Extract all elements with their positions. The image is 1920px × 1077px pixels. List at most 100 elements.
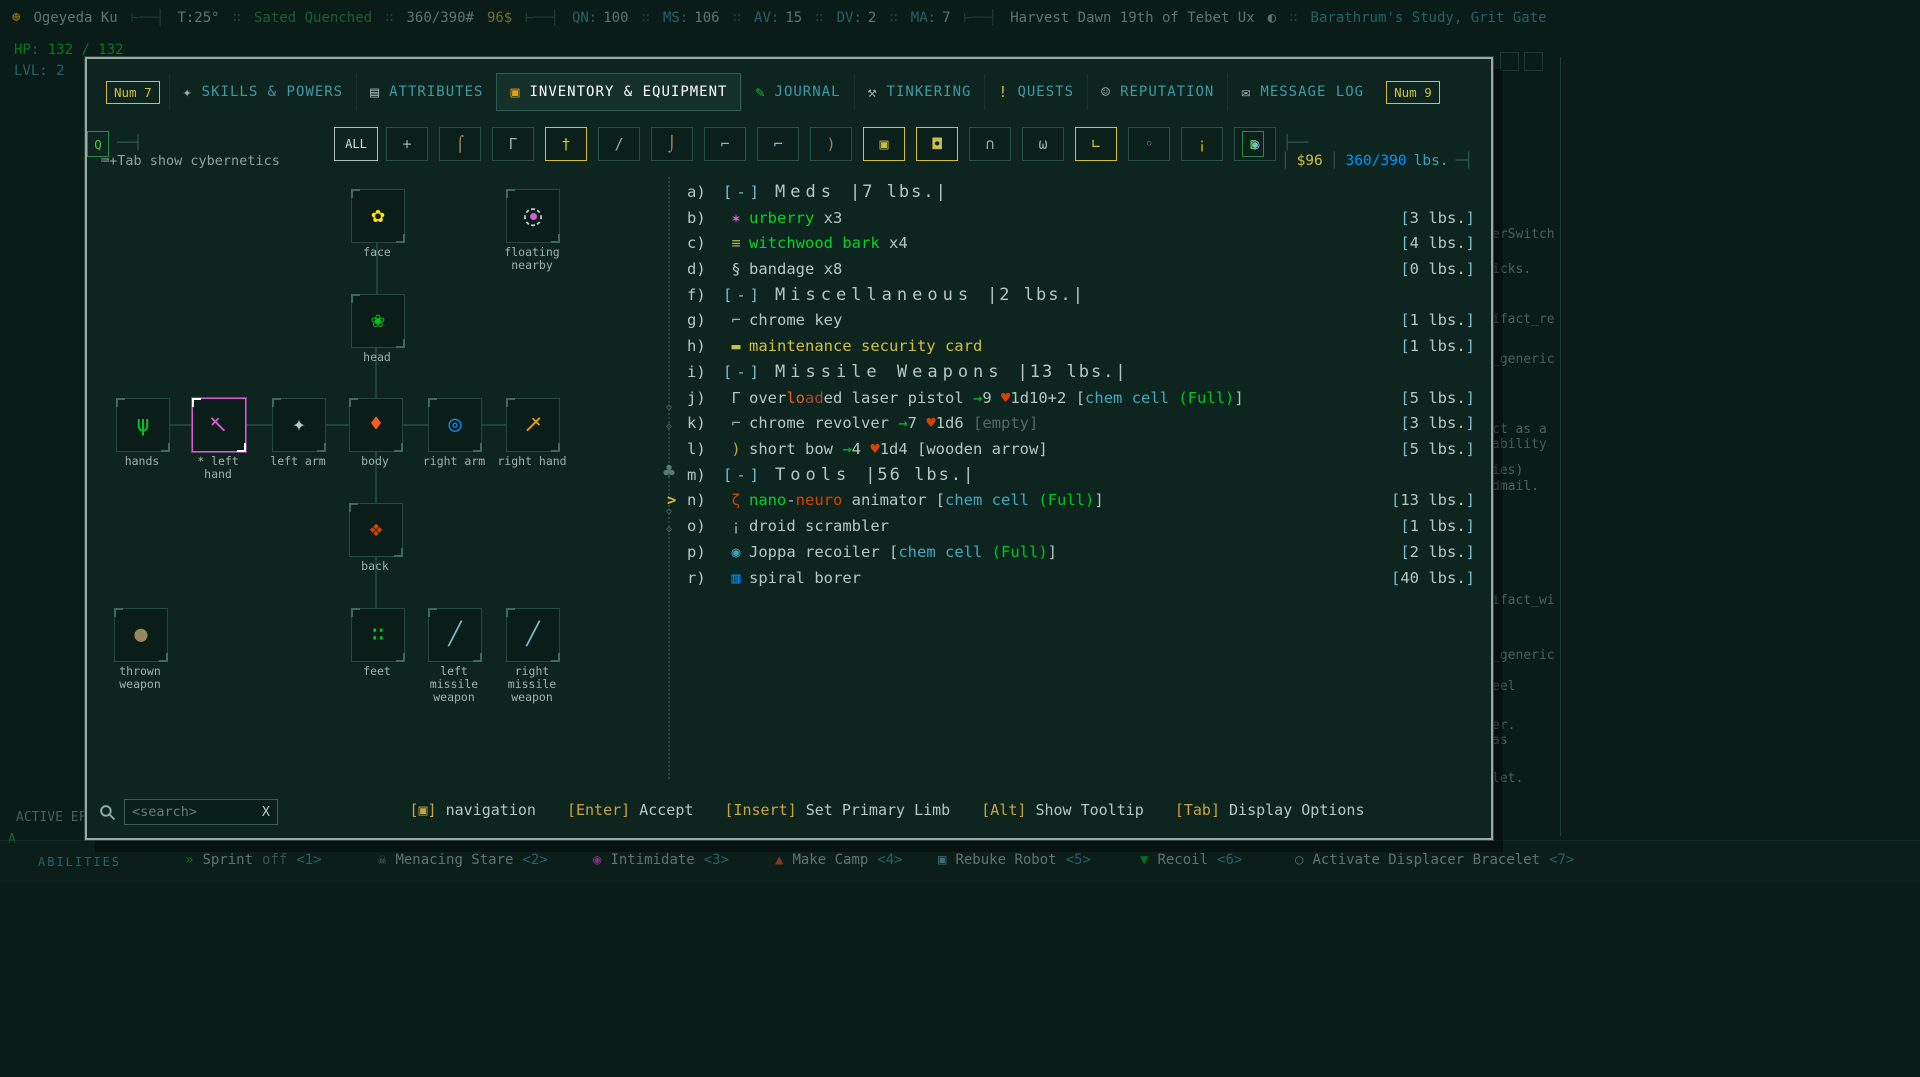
background-text-fragment: ies): [1492, 463, 1524, 478]
filter-axes[interactable]: Γ: [492, 127, 534, 161]
tab-attributes[interactable]: ▤ ATTRIBUTES: [356, 74, 496, 110]
tab-skills-powers[interactable]: ✦ SKILLS & POWERS: [168, 74, 356, 110]
filter-armor[interactable]: ▣: [863, 127, 905, 161]
active-effects-label: ACTIVE EFF: [16, 810, 95, 825]
carry-weight-value: 360/390: [1345, 153, 1407, 169]
inventory-row-short-bow[interactable]: l) ) short bow → 4 ♥ 1d4 [wooden arrow] [5…: [687, 436, 1479, 462]
inventory-row-urberry[interactable]: b) ✶ urberry x3 [3 lbs.]: [687, 205, 1479, 231]
ability-make-camp[interactable]: ▲ Make Camp <4>: [775, 852, 903, 868]
ability-menacing-stare[interactable]: ☠ Menacing Stare <2>: [378, 852, 548, 868]
level-readout: LVL: 2: [14, 63, 65, 79]
filter-shields[interactable]: ◘: [916, 127, 958, 161]
filter-rifles[interactable]: ⌐: [704, 127, 746, 161]
thrown-weapon-item-icon: ●: [134, 622, 148, 647]
equip-slot-left-hand[interactable]: †: [192, 398, 246, 452]
tab-journal[interactable]: ✎ JOURNAL: [741, 74, 853, 110]
moon-icon: ◐: [1267, 10, 1277, 26]
inventory-row-security-card[interactable]: h) ▬ maintenance security card [1 lbs.]: [687, 333, 1479, 359]
tab-message-log[interactable]: ✉ MESSAGE LOG: [1227, 74, 1377, 110]
equip-slot-right-arm[interactable]: ◎: [428, 398, 482, 452]
cycle-right-key[interactable]: E: [1242, 131, 1264, 157]
equip-slot-hands[interactable]: ψ: [116, 398, 170, 452]
filter-helmets[interactable]: ∩: [969, 127, 1011, 161]
keyboard-icon: ⌨: [101, 153, 110, 169]
slot-label: right missile weapon: [507, 664, 557, 704]
equip-slot-back[interactable]: ❖: [349, 503, 403, 557]
ability-activate-displacer-bracelet[interactable]: ○ Activate Displacer Bracelet <7>: [1295, 852, 1574, 868]
slot-label: body: [361, 454, 389, 468]
ability-rebuke-robot[interactable]: ▣ Rebuke Robot <5>: [938, 852, 1091, 868]
tab-reputation[interactable]: ☺ REPUTATION: [1087, 74, 1227, 110]
slot-label: right hand: [497, 454, 567, 468]
equip-slot-left-missile-weapon[interactable]: ╱: [428, 608, 482, 662]
equip-slot-body[interactable]: ♦: [349, 398, 403, 452]
filter-long-blades[interactable]: /: [598, 127, 640, 161]
key-icon: ⌐: [731, 311, 741, 330]
filter-pistols[interactable]: ⌐: [757, 127, 799, 161]
inventory-row-nano-neuro-animator[interactable]: > n) ζ nano - neuro animator [chem cell (F…: [667, 488, 1479, 514]
equip-slot-right-missile-weapon[interactable]: ╱: [506, 608, 560, 662]
filter-daggers[interactable]: †: [545, 127, 587, 161]
equip-slot-thrown-weapon[interactable]: ●: [114, 608, 168, 662]
ability-intimidate[interactable]: ◉ Intimidate <3>: [593, 852, 729, 868]
rifles-icon: ⌐: [720, 135, 730, 153]
tinkering-icon: ⚒: [867, 83, 878, 101]
bows-icon: ): [826, 135, 836, 153]
numpad-right-key[interactable]: Num 9: [1386, 80, 1440, 104]
equip-slot-right-hand[interactable]: †: [506, 398, 560, 452]
ability-recoil[interactable]: ▼ Recoil <6>: [1140, 852, 1242, 868]
filter-jewelry[interactable]: ◦: [1128, 127, 1170, 161]
tab-inventory-equipment[interactable]: ▣ INVENTORY & EQUIPMENT: [496, 73, 742, 111]
filter-cudgels[interactable]: ⌠: [439, 127, 481, 161]
separator: ∷: [732, 10, 742, 26]
equip-slot-left-arm[interactable]: ✦: [272, 398, 326, 452]
filter-boots[interactable]: ∟: [1075, 127, 1117, 161]
hint-show-tooltip: [Alt] Show Tooltip: [981, 801, 1144, 819]
hp-readout: HP: 132 / 132: [14, 42, 124, 58]
slot-label: hands: [124, 454, 160, 468]
rebuke-robot-icon: ▣: [938, 852, 947, 868]
inventory-category-tools[interactable]: m) [-] Tools |56 lbs.|: [687, 462, 1479, 488]
inventory-row-joppa-recoiler[interactable]: p) ◉ Joppa recoiler [chem cell (Full)] […: [687, 539, 1479, 565]
background-text-fragment: _generic: [1492, 648, 1555, 663]
inventory-row-droid-scrambler[interactable]: o) ¡ droid scrambler [1 lbs.]: [687, 513, 1479, 539]
inventory-category-meds[interactable]: a) [-] Meds |7 lbs.|: [687, 179, 1479, 205]
slot-label: thrown weapon: [119, 664, 161, 691]
inventory-row-spiral-borer[interactable]: r) ▥ spiral borer [40 lbs.]: [687, 565, 1479, 591]
equip-slot-head[interactable]: ❀: [351, 294, 405, 348]
ability-sprint[interactable]: » Sprint off <1>: [185, 852, 322, 868]
background-text-fragment: ct as a: [1492, 422, 1547, 437]
filter-all-button[interactable]: ALL: [334, 127, 378, 161]
inventory-row-chrome-key[interactable]: g) ⌐ chrome key [1 lbs.]: [687, 308, 1479, 334]
search-clear-button[interactable]: X: [262, 804, 270, 820]
inventory-row-bandage[interactable]: d) § bandage x8 [0 lbs.]: [687, 256, 1479, 282]
money: 96$: [486, 10, 513, 26]
player-icon: ☻: [12, 10, 21, 26]
numpad-left-key[interactable]: Num 7: [106, 80, 160, 104]
search-input[interactable]: <search> X: [124, 799, 278, 825]
inventory-row-chrome-revolver[interactable]: k) ⌐ chrome revolver → 7 ♥ 1d6 [empty] [3 …: [687, 410, 1479, 436]
background-text-fragment: dmail.: [1492, 479, 1539, 494]
inventory-row-laser-pistol[interactable]: j) Γ over lo ad ed laser pistol → 9 ♥ 1d10+2 …: [687, 385, 1479, 411]
slot-label: floating nearby: [504, 245, 560, 272]
inventory-category-miscellaneous[interactable]: f) [-] Miscellaneous |2 lbs.|: [687, 282, 1479, 308]
filter-bows[interactable]: ): [810, 127, 852, 161]
inventory-category-missile-weapons[interactable]: i) [-] Missile Weapons |13 lbs.|: [687, 359, 1479, 385]
background-text-fragment: er.: [1492, 718, 1516, 733]
inventory-row-witchwood-bark[interactable]: c) ≡ witchwood bark x4 [4 lbs.]: [687, 230, 1479, 256]
tab-quests[interactable]: ! QUESTS: [984, 74, 1087, 110]
pistols-icon: ⌐: [773, 135, 783, 153]
attributes-icon: ▤: [370, 83, 381, 101]
hint-display-options: [Tab] Display Options: [1174, 801, 1365, 819]
tab-tinkering[interactable]: ⚒ TINKERING: [853, 74, 985, 110]
filter-gauntlets[interactable]: ω: [1022, 127, 1064, 161]
filter-spears[interactable]: ⌡: [651, 127, 693, 161]
separator: │: [1329, 153, 1339, 169]
equip-slot-feet[interactable]: ∷: [351, 608, 405, 662]
equip-slot-face[interactable]: ✿: [351, 189, 405, 243]
separator: ∷: [815, 10, 824, 26]
filter-natural-weapons[interactable]: +: [386, 127, 428, 161]
hint-set-primary-limb: [Insert] Set Primary Limb: [724, 801, 951, 819]
filter-light-sources[interactable]: ¡: [1181, 127, 1223, 161]
equip-slot-floating-nearby[interactable]: ◌: [506, 189, 560, 243]
